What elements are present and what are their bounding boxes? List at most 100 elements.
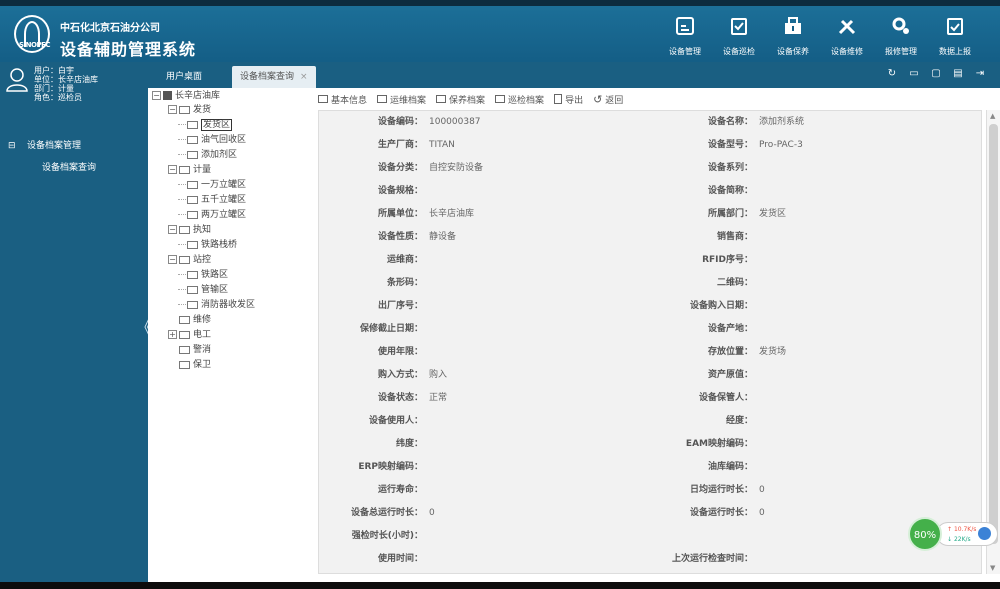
tree-node-label: 油气回收区	[201, 135, 247, 145]
field-label: 设备型号：	[707, 140, 753, 150]
sidebar-item-equipment-query[interactable]: 设备档案查询	[42, 160, 96, 173]
user-avatar-icon	[6, 68, 28, 92]
nav-maintenance[interactable]: 设备保养	[766, 14, 820, 60]
back-button[interactable]: ↺ 返回	[593, 93, 623, 106]
field-value: 发货场	[759, 347, 787, 357]
field-value: 0	[759, 485, 765, 495]
scroll-up-icon[interactable]: ▲	[990, 112, 995, 120]
card-icon	[318, 95, 328, 103]
field-label: 经度：	[725, 416, 753, 426]
field-value: 购入	[429, 370, 448, 380]
refresh-icon[interactable]: ↻	[886, 68, 898, 80]
field-value	[429, 180, 629, 203]
button-label: 运维档案	[390, 95, 427, 106]
nav-label: 设备保养	[777, 47, 809, 56]
tree-node[interactable]: − 计量	[168, 163, 211, 177]
user-dept: 部门：计量	[34, 84, 74, 93]
scroll-down-icon[interactable]: ▼	[990, 564, 995, 572]
field-value	[429, 525, 629, 548]
tree-expand-icon[interactable]: +	[168, 330, 177, 339]
nav-data-report[interactable]: 数据上报	[928, 14, 982, 60]
field-label: 条形码：	[386, 278, 423, 288]
maintenance-archive-button[interactable]: 保养档案	[436, 93, 485, 106]
field-value	[429, 548, 629, 571]
folder-icon	[179, 105, 190, 114]
inspection-archive-button[interactable]: 巡检档案	[495, 93, 544, 106]
tree-node[interactable]: 维修	[168, 313, 211, 327]
tree-node[interactable]: 五千立罐区	[178, 193, 246, 207]
repair-tools-icon	[838, 19, 856, 35]
tree-node-label: 消防器收发区	[201, 300, 256, 310]
tree-connector	[178, 184, 186, 185]
field-label: 设备总运行时长：	[350, 508, 423, 518]
tree-node[interactable]: 警消	[168, 343, 211, 357]
tree-node[interactable]: 管输区	[178, 283, 228, 297]
field-label: EAM映射编码：	[685, 439, 753, 449]
card-icon	[495, 95, 506, 103]
tree-node[interactable]: 添加剂区	[178, 148, 237, 162]
export-button[interactable]: 导出	[554, 93, 583, 106]
tab-user-desktop[interactable]: 用户桌面	[166, 66, 202, 88]
window-icon[interactable]: ▭	[908, 68, 920, 80]
company-name: 中石化北京石油分公司	[60, 23, 160, 34]
tree-expand-icon[interactable]: −	[168, 105, 177, 114]
field-value	[429, 456, 629, 479]
tree-expand-icon[interactable]: −	[168, 255, 177, 264]
tree-expand-icon[interactable]: −	[168, 165, 177, 174]
folder-icon	[179, 330, 190, 339]
tree-root[interactable]: − 长辛店油库	[152, 89, 220, 103]
maximize-icon[interactable]: ▢	[930, 68, 942, 80]
field-value	[429, 341, 629, 364]
form-row: 设备规格： 设备简称：	[319, 180, 981, 203]
nav-repair-request[interactable]: 报修管理	[874, 14, 928, 60]
tree-node[interactable]: + 电工	[168, 328, 211, 342]
ops-archive-button[interactable]: 运维档案	[377, 93, 426, 106]
upload-speed-value: 10.7K/s	[953, 526, 977, 533]
network-speed-widget[interactable]: ↑ 10.7K/s ↓ 22K/s 80%	[908, 517, 1000, 551]
tree-node[interactable]: 发货区	[178, 118, 233, 132]
field-value: 自控安防设备	[429, 163, 484, 173]
tree-node[interactable]: 一万立罐区	[178, 178, 246, 192]
form-scrollbar[interactable]: ▲ ▼	[986, 110, 1000, 574]
folder-icon	[187, 135, 198, 144]
tree-node[interactable]: 铁路栈桥	[178, 238, 237, 252]
tab-equipment-query[interactable]: 设备档案查询 ×	[232, 66, 316, 88]
field-value	[759, 433, 959, 456]
sidebar-group-equipment-archive[interactable]: ⊟ 设备档案管理	[8, 138, 81, 151]
field-label: 保修截止日期：	[359, 324, 423, 334]
tree-node[interactable]: − 发货	[168, 103, 211, 117]
scroll-thumb[interactable]	[989, 124, 998, 544]
speed-boost-button[interactable]	[978, 527, 991, 540]
tree-node[interactable]: 保卫	[168, 358, 211, 372]
tree-node[interactable]: 铁路区	[178, 268, 228, 282]
logout-icon[interactable]: ⇥	[974, 68, 986, 80]
form-row: 纬度： EAM映射编码：	[319, 433, 981, 456]
tree-node[interactable]: − 站控	[168, 253, 211, 267]
tree-node-label: 添加剂区	[201, 150, 238, 160]
tree-node-label: 铁路区	[201, 270, 229, 280]
field-label: 所属单位：	[377, 209, 423, 219]
tree-node[interactable]: 两万立罐区	[178, 208, 246, 222]
top-nav: 设备管理 设备巡检 设备保养 设备维修 报修管理 数据上报	[658, 14, 982, 60]
field-label: 设备简称：	[707, 186, 753, 196]
field-label: 上次运行检查时间：	[671, 554, 753, 564]
tree-node[interactable]: 油气回收区	[178, 133, 246, 147]
tab-close-icon[interactable]: ×	[300, 72, 308, 82]
nav-repair[interactable]: 设备维修	[820, 14, 874, 60]
tree-node[interactable]: − 执知	[168, 223, 211, 237]
nav-equipment-management[interactable]: 设备管理	[658, 14, 712, 60]
folder-icon	[179, 255, 190, 264]
form-row: 设备总运行时长： 0 设备运行时长： 0	[319, 502, 981, 525]
nav-inspection[interactable]: 设备巡检	[712, 14, 766, 60]
tree-node-label: 管输区	[201, 285, 229, 295]
field-label: 资产原值：	[707, 370, 753, 380]
tree-connector	[178, 199, 186, 200]
basic-info-button[interactable]: 基本信息	[318, 93, 367, 106]
tree-collapse-icon[interactable]: −	[152, 91, 161, 100]
form-row: 所属单位： 长辛店油库 所属部门： 发货区	[319, 203, 981, 226]
folder-icon	[187, 195, 198, 204]
document-icon[interactable]: ▤	[952, 68, 964, 80]
field-value	[429, 272, 629, 295]
tree-expand-icon[interactable]: −	[168, 225, 177, 234]
tree-node[interactable]: 消防器收发区	[178, 298, 255, 312]
